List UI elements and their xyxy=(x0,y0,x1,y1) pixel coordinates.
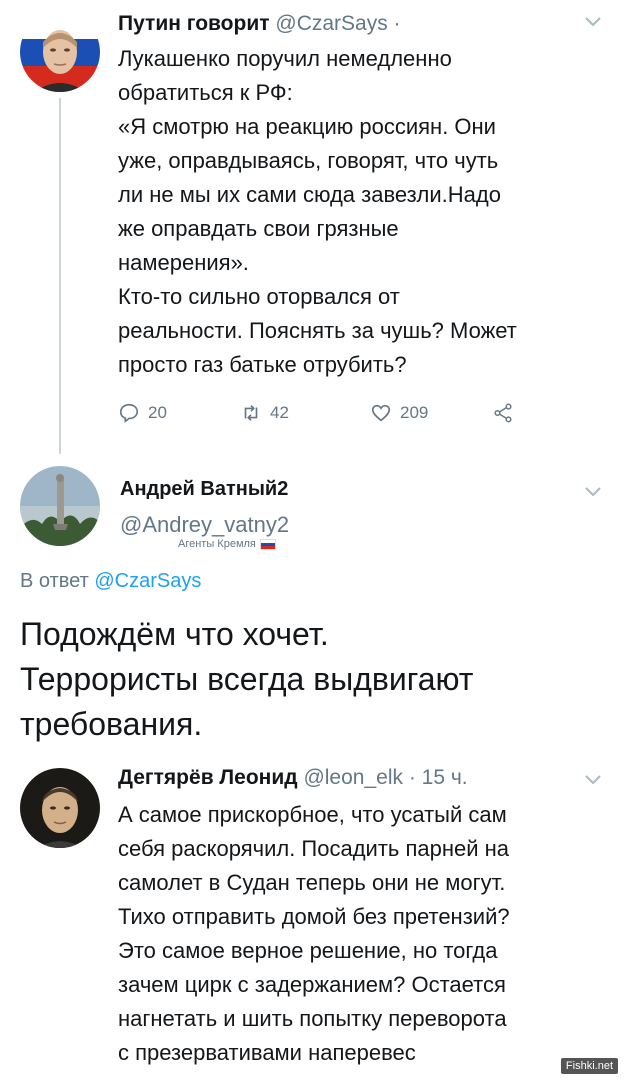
text-line: «Я смотрю на реакцию россиян. Они xyxy=(118,114,496,139)
badge-label: Агенты Кремля xyxy=(178,538,256,550)
reply-count: 20 xyxy=(148,403,167,422)
reply-to-link[interactable]: @CzarSays xyxy=(94,570,201,592)
text-line: Тихо отправить домой без претензий? xyxy=(118,904,510,929)
tweet-2-text: Подождём что хочет. Террористы всегда вы… xyxy=(20,612,610,747)
heart-icon xyxy=(371,404,391,422)
author-handle[interactable]: @Andrey_vatny2 xyxy=(120,512,289,538)
reply-context: В ответ @CzarSays xyxy=(20,570,201,593)
text-line: Террористы всегда выдвигают xyxy=(20,661,474,697)
author-handle-time[interactable]: @leon_elk · 15 ч. xyxy=(303,766,467,789)
text-line: Лукашенко поручил немедленно xyxy=(118,46,452,71)
reply-button[interactable]: 20 xyxy=(118,402,240,424)
tweet-1-actions: 20 42 209 xyxy=(118,402,538,424)
text-line: себя раскорячил. Посадить парней на xyxy=(118,836,510,861)
text-line: обратиться к РФ: xyxy=(118,80,293,105)
text-line: Подождём что хочет. xyxy=(20,616,329,652)
reply-icon xyxy=(119,403,139,423)
text-line: нагнетать и шить попытку переворота xyxy=(118,1006,507,1031)
text-line: А самое прискорбное, что усатый сам xyxy=(118,802,507,827)
tweet-2-author-name-row: Андрей Ватный2 xyxy=(120,478,288,501)
avatar-andrey[interactable] xyxy=(20,466,100,546)
chevron-down-icon[interactable] xyxy=(584,12,602,33)
text-line: реальности. Пояснять за чушь? Может xyxy=(118,318,517,343)
watermark: Fishki.net xyxy=(560,1058,618,1074)
text-line: зачем цирк с задержанием? Остается xyxy=(118,972,506,997)
like-button[interactable]: 209 xyxy=(370,402,492,424)
tweet-3-header: Дегтярёв Леонид @leon_elk · 15 ч. xyxy=(118,766,468,790)
tweet-1-header: Путин говорит @CzarSays · xyxy=(118,12,401,36)
share-button[interactable] xyxy=(492,402,514,424)
russian-flag-icon xyxy=(259,538,276,550)
retweet-button[interactable]: 42 xyxy=(240,402,370,424)
chevron-down-icon[interactable] xyxy=(584,770,602,791)
retweet-icon xyxy=(244,405,258,421)
author-name[interactable]: Путин говорит xyxy=(118,12,270,35)
text-line: самолет в Судан теперь они не могут. xyxy=(118,870,506,895)
text-line: Это самое верное решение, но тогда xyxy=(118,938,498,963)
chevron-down-icon[interactable] xyxy=(584,482,602,503)
text-line: с презервативами наперевес xyxy=(118,1040,416,1065)
share-icon xyxy=(494,403,512,423)
text-line: просто газ батьке отрубить? xyxy=(118,352,407,377)
author-handle[interactable]: @CzarSays · xyxy=(275,12,400,35)
avatar-degtyarev[interactable] xyxy=(20,768,100,848)
text-line: требования. xyxy=(20,706,203,742)
profile-badge: Агенты Кремля xyxy=(178,538,276,550)
tweet-1-text: Лукашенко поручил немедленно обратиться … xyxy=(118,42,608,382)
thread-line xyxy=(59,98,61,454)
text-line: уже, оправдываясь, говорят, что чуть xyxy=(118,148,499,173)
author-name[interactable]: Дегтярёв Леонид xyxy=(118,766,298,789)
text-line: Кто-то сильно оторвался от xyxy=(118,284,400,309)
text-line: намерения». xyxy=(118,250,249,275)
author-name[interactable]: Андрей Ватный2 xyxy=(120,478,288,500)
like-count: 209 xyxy=(400,403,429,422)
avatar-putin-says[interactable] xyxy=(20,12,100,92)
text-line: же оправдать свои грязные xyxy=(118,216,399,241)
tweet-3-text: А самое прискорбное, что усатый сам себя… xyxy=(118,798,608,1070)
retweet-count: 42 xyxy=(270,403,289,422)
text-line: ли не мы их сами сюда завезли.Надо xyxy=(118,182,501,207)
reply-prefix: В ответ xyxy=(20,570,89,592)
